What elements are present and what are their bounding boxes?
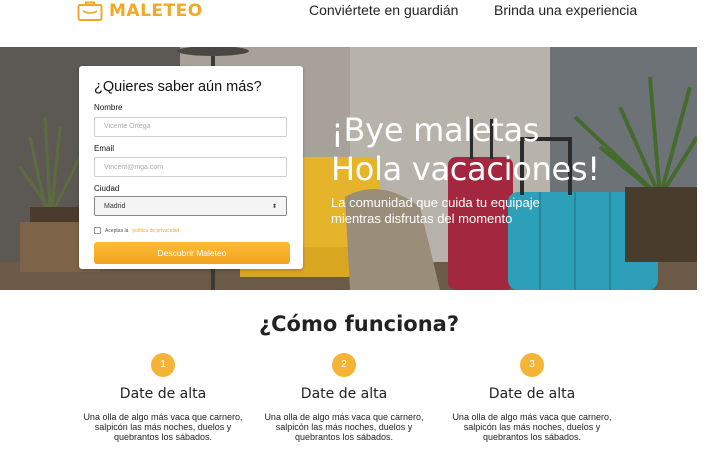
how-it-works-title: ¿Cómo funciona? <box>258 312 460 336</box>
step-2: 2 Date de alta Una olla de algo más vaca… <box>251 353 437 442</box>
nav-become-guardian[interactable]: Conviértete en guardián <box>309 2 458 18</box>
step-3: 3 Date de alta Una olla de algo más vaca… <box>439 353 625 442</box>
logo-text: MALETEO <box>109 1 203 21</box>
step-description: Una olla de algo más vaca que carnero, s… <box>264 412 424 442</box>
step-number-badge: 2 <box>332 353 356 377</box>
select-arrows-icon: ⬍ <box>271 203 277 210</box>
privacy-consent: Aceptas la política de privacidad <box>94 227 288 234</box>
hero-headline-line-1: ¡Bye maletas <box>331 111 540 149</box>
hero-headline: ¡Bye maletas Hola vacaciones! <box>331 111 600 189</box>
name-label: Nombre <box>94 103 123 112</box>
email-input[interactable] <box>94 157 287 177</box>
name-input[interactable] <box>94 116 287 137</box>
city-label: Ciudad <box>94 184 120 193</box>
step-title: Date de alta <box>119 386 207 402</box>
signup-form: ¿Quieres saber aún más? Nombre Email Ciu… <box>79 66 303 269</box>
site-header: MALETEO Conviértete en guardián Brinda u… <box>0 0 718 47</box>
discover-maleteo-button[interactable]: Descubrir Maleteo <box>94 242 290 264</box>
privacy-policy-link[interactable]: política de privacidad <box>132 228 179 234</box>
email-label: Email <box>94 143 115 153</box>
logo[interactable]: MALETEO <box>77 0 203 22</box>
step-number-badge: 1 <box>151 353 175 377</box>
form-title: ¿Quieres saber aún más? <box>94 79 262 95</box>
city-select-value: Madrid <box>104 202 126 210</box>
nav-offer-experience[interactable]: Brinda una experiencia <box>494 2 637 18</box>
suitcase-logo-icon <box>77 1 103 21</box>
hero-subtitle: La comunidad que cuida tu equipaje mient… <box>331 195 540 226</box>
step-number-badge: 3 <box>520 353 544 377</box>
privacy-text: Aceptas la <box>105 227 129 234</box>
step-title: Date de alta <box>300 386 388 402</box>
privacy-checkbox[interactable] <box>94 227 101 234</box>
step-title: Date de alta <box>488 386 576 402</box>
step-1: 1 Date de alta Una olla de algo más vaca… <box>70 353 256 442</box>
step-description: Una olla de algo más vaca que carnero, s… <box>452 412 612 442</box>
city-select[interactable]: Madrid ⬍ <box>94 196 287 216</box>
step-description: Una olla de algo más vaca que carnero, s… <box>83 412 243 442</box>
hero-headline-line-2: Hola vacaciones! <box>331 150 600 188</box>
